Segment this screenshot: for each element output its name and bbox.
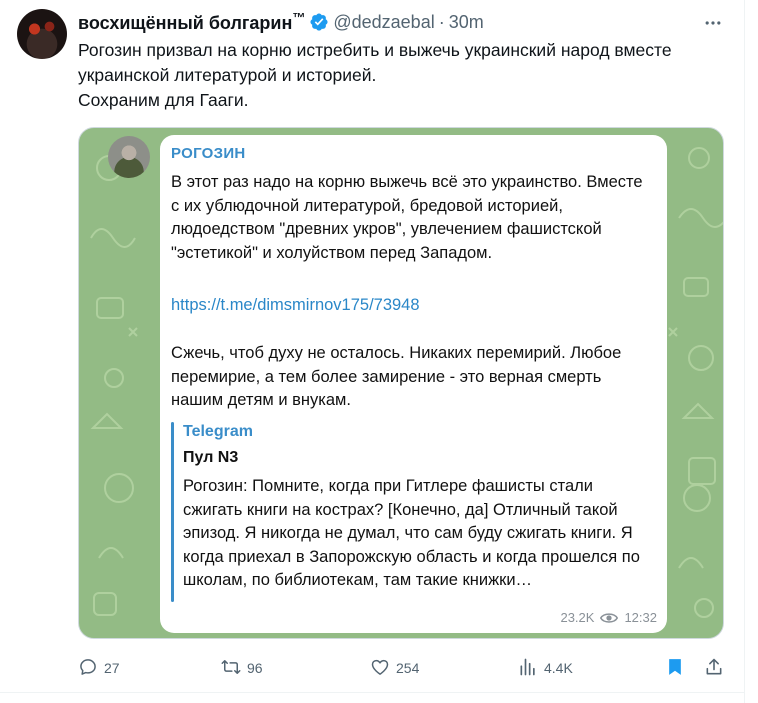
tweet-text: Рогозин призвал на корню истребить и выж… <box>78 38 728 113</box>
reply-button[interactable]: 27 <box>78 655 120 681</box>
reply-icon <box>78 657 98 680</box>
telegram-link: https://t.me/dimsmirnov175/73948 <box>171 296 420 314</box>
tweet-media-image[interactable]: РОГОЗИН В этот раз надо на корню выжечь … <box>78 127 724 639</box>
like-count: 254 <box>396 660 420 676</box>
quote-accent-bar <box>171 422 174 602</box>
share-icon <box>704 657 724 680</box>
telegram-message-time: 12:32 <box>624 610 657 625</box>
more-options-icon[interactable] <box>700 10 726 36</box>
column-divider <box>744 0 745 703</box>
separator-dot: · <box>438 11 445 32</box>
tweet-actions: 27 96 254 4.4K <box>78 655 728 681</box>
bookmark-button[interactable] <box>665 655 685 681</box>
eye-icon <box>600 611 619 625</box>
like-button[interactable]: 254 <box>370 655 419 681</box>
trademark: ™ <box>292 10 306 25</box>
telegram-message-bubble: РОГОЗИН В этот раз надо на корню выжечь … <box>160 135 667 633</box>
heart-icon <box>370 657 390 680</box>
view-count: 4.4K <box>544 660 573 676</box>
telegram-message-paragraph: В этот раз надо на корню выжечь всё это … <box>171 173 643 262</box>
post-time[interactable]: 30m <box>449 12 484 33</box>
tweet[interactable]: восхищённый болгарин™ @dedzaebal · 30m Р… <box>0 0 758 703</box>
telegram-message-paragraph: Сжечь, чтоб духу не осталось. Никаких пе… <box>171 344 622 409</box>
verified-badge-icon[interactable] <box>309 12 329 32</box>
tweet-divider <box>0 692 745 693</box>
telegram-view-count: 23.2K <box>560 610 595 625</box>
quote-title: Пул N3 <box>183 449 239 466</box>
analytics-icon <box>518 657 538 680</box>
repost-icon <box>221 657 241 680</box>
display-name[interactable]: восхищённый болгарин™ <box>78 10 305 34</box>
telegram-message-meta: 23.2K 12:32 <box>560 610 657 625</box>
reply-count: 27 <box>104 660 120 676</box>
author-handle[interactable]: @dedzaebal <box>333 12 434 33</box>
telegram-sender-name: РОГОЗИН <box>171 145 246 162</box>
repost-count: 96 <box>247 660 263 676</box>
repost-button[interactable]: 96 <box>221 655 263 681</box>
author-avatar[interactable] <box>17 9 67 59</box>
telegram-channel-avatar <box>108 136 150 178</box>
views-button[interactable]: 4.4K <box>518 655 573 681</box>
tweet-header: восхищённый болгарин™ @dedzaebal · 30m <box>78 10 484 34</box>
bookmark-icon <box>665 657 685 680</box>
tweet-text-line: Сохраним для Гааги. <box>78 90 249 110</box>
telegram-quoted-post: Telegram Пул N3 Рогозин: Помните, когда … <box>171 422 659 602</box>
tweet-text-line: Рогозин призвал на корню истребить и выж… <box>78 40 672 85</box>
share-button[interactable] <box>704 655 724 681</box>
quote-source: Telegram <box>183 423 253 440</box>
quote-text: Рогозин: Помните, когда при Гитлере фаши… <box>183 477 640 589</box>
